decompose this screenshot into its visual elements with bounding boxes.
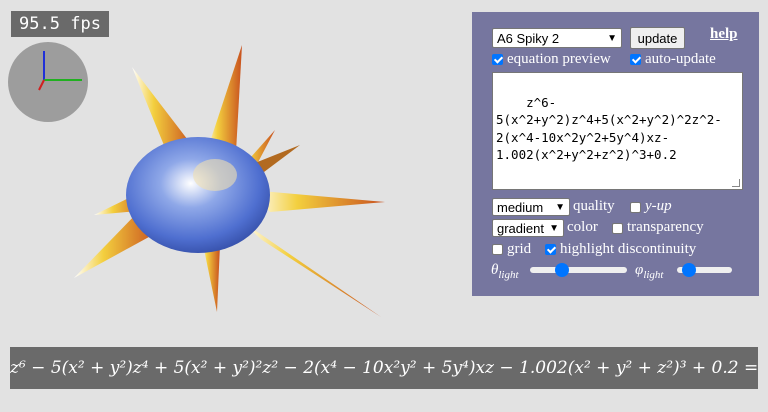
transparency-label: transparency bbox=[627, 219, 704, 235]
fps-counter: 95.5 fps bbox=[11, 11, 109, 37]
phi-slider-thumb[interactable] bbox=[681, 263, 696, 277]
color-select[interactable]: gradient ▼ bbox=[492, 219, 564, 237]
quality-select[interactable]: medium ▼ bbox=[492, 198, 570, 216]
quality-label: quality bbox=[573, 198, 615, 214]
theta-light-label: θlight bbox=[491, 262, 519, 281]
control-panel: A6 Spiky 2 ▼ update help equation previe… bbox=[472, 12, 759, 296]
theta-slider-thumb[interactable] bbox=[554, 263, 569, 277]
equation-preview-checkbox[interactable] bbox=[492, 54, 503, 65]
chevron-down-icon: ▼ bbox=[549, 222, 559, 234]
equation-display: z⁶ − 5(x² + y²)z⁴ + 5(x² + y²)²z² − 2(x⁴… bbox=[10, 347, 758, 389]
resize-handle-icon[interactable] bbox=[732, 179, 740, 187]
chevron-down-icon: ▼ bbox=[555, 201, 565, 213]
update-button[interactable]: update bbox=[630, 27, 685, 49]
color-label: color bbox=[567, 219, 598, 235]
grid-checkbox[interactable] bbox=[492, 244, 503, 255]
auto-update-label: auto-update bbox=[645, 51, 716, 67]
surface-body bbox=[126, 137, 270, 253]
theta-light-slider[interactable] bbox=[530, 263, 627, 277]
quality-value: medium bbox=[497, 199, 544, 215]
highlight-discontinuity-label: highlight discontinuity bbox=[560, 241, 697, 257]
equation-textarea[interactable]: z^6- 5(x^2+y^2)z^4+5(x^2+y^2)^2z^2- 2(x^… bbox=[492, 72, 743, 190]
transparency-checkbox[interactable] bbox=[612, 223, 623, 234]
y-up-label: y-up bbox=[645, 198, 672, 214]
color-value: gradient bbox=[497, 220, 544, 236]
preset-select[interactable]: A6 Spiky 2 ▼ bbox=[492, 28, 622, 48]
equation-preview-label: equation preview bbox=[507, 51, 611, 67]
chevron-down-icon: ▼ bbox=[607, 32, 617, 44]
grid-label: grid bbox=[507, 241, 532, 257]
y-up-checkbox[interactable] bbox=[630, 202, 641, 213]
phi-light-slider[interactable] bbox=[677, 263, 732, 277]
auto-update-checkbox[interactable] bbox=[630, 54, 641, 65]
3d-surface-view[interactable] bbox=[40, 40, 420, 340]
highlight-discontinuity-checkbox[interactable] bbox=[545, 244, 556, 255]
help-link[interactable]: help bbox=[710, 26, 738, 43]
phi-light-label: φlight bbox=[635, 262, 664, 281]
preset-value: A6 Spiky 2 bbox=[497, 30, 560, 46]
equation-text: z^6- 5(x^2+y^2)z^4+5(x^2+y^2)^2z^2- 2(x^… bbox=[496, 94, 722, 163]
